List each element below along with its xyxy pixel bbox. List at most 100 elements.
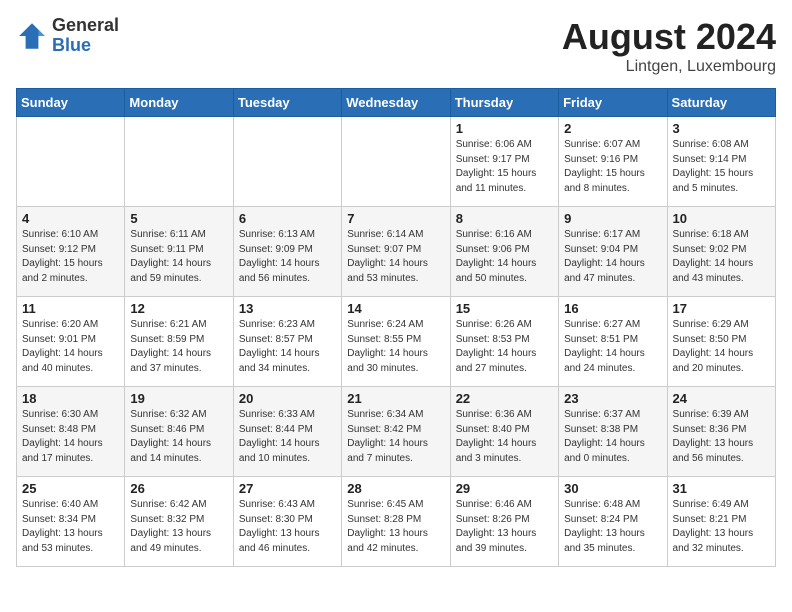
calendar-cell: 27Sunrise: 6:43 AM Sunset: 8:30 PM Dayli… [233,477,341,567]
header-row: Sunday Monday Tuesday Wednesday Thursday… [17,89,776,117]
day-number: 1 [456,121,553,136]
day-number: 6 [239,211,336,226]
month-title: August 2024 [562,16,776,58]
day-info: Sunrise: 6:32 AM Sunset: 8:46 PM Dayligh… [130,408,227,466]
calendar-cell [17,117,125,207]
day-info: Sunrise: 6:49 AM Sunset: 8:21 PM Dayligh… [673,498,770,556]
day-info: Sunrise: 6:13 AM Sunset: 9:09 PM Dayligh… [239,228,336,286]
day-info: Sunrise: 6:29 AM Sunset: 8:50 PM Dayligh… [673,318,770,376]
day-info: Sunrise: 6:40 AM Sunset: 8:34 PM Dayligh… [22,498,119,556]
day-number: 12 [130,301,227,316]
day-number: 7 [347,211,444,226]
day-number: 19 [130,391,227,406]
calendar-cell: 2 Sunrise: 6:07 AM Sunset: 9:16 PM Daylig… [559,117,667,207]
day-info: Sunrise: 6:14 AM Sunset: 9:07 PM Dayligh… [347,228,444,286]
calendar-cell: 4Sunrise: 6:10 AM Sunset: 9:12 PM Daylig… [17,207,125,297]
day-info: Sunrise: 6:23 AM Sunset: 8:57 PM Dayligh… [239,318,336,376]
calendar-cell: 1 Sunrise: 6:06 AM Sunset: 9:17 PM Daylig… [450,117,558,207]
day-info: Sunrise: 6:42 AM Sunset: 8:32 PM Dayligh… [130,498,227,556]
calendar-cell: 23 Sunrise: 6:37 AM Sunset: 8:38 PM Dayli… [559,387,667,477]
header-tuesday: Tuesday [233,89,341,117]
header-wednesday: Wednesday [342,89,450,117]
calendar-cell: 8 Sunrise: 6:16 AM Sunset: 9:06 PM Daylig… [450,207,558,297]
day-info: Sunrise: 6:17 AM Sunset: 9:04 PM Dayligh… [564,228,661,286]
calendar-cell: 25Sunrise: 6:40 AM Sunset: 8:34 PM Dayli… [17,477,125,567]
header-monday: Monday [125,89,233,117]
day-number: 23 [564,391,661,406]
calendar-header: Sunday Monday Tuesday Wednesday Thursday… [17,89,776,117]
calendar-cell: 30 Sunrise: 6:48 AM Sunset: 8:24 PM Dayli… [559,477,667,567]
day-info: Sunrise: 6:16 AM Sunset: 9:06 PM Dayligh… [456,228,553,286]
logo-text: General Blue [52,16,119,56]
calendar-cell [342,117,450,207]
day-info: Sunrise: 6:06 AM Sunset: 9:17 PM Dayligh… [456,138,553,196]
title-area: August 2024 Lintgen, Luxembourg [562,16,776,76]
calendar-week-5: 25Sunrise: 6:40 AM Sunset: 8:34 PM Dayli… [17,477,776,567]
day-number: 29 [456,481,553,496]
day-number: 11 [22,301,119,316]
calendar-cell: 22Sunrise: 6:36 AM Sunset: 8:40 PM Dayli… [450,387,558,477]
calendar-cell [233,117,341,207]
day-info: Sunrise: 6:33 AM Sunset: 8:44 PM Dayligh… [239,408,336,466]
calendar-cell: 21 Sunrise: 6:34 AM Sunset: 8:42 PM Dayli… [342,387,450,477]
header-sunday: Sunday [17,89,125,117]
calendar-table: Sunday Monday Tuesday Wednesday Thursday… [16,88,776,567]
day-number: 31 [673,481,770,496]
day-info: Sunrise: 6:34 AM Sunset: 8:42 PM Dayligh… [347,408,444,466]
day-number: 4 [22,211,119,226]
day-info: Sunrise: 6:07 AM Sunset: 9:16 PM Dayligh… [564,138,661,196]
day-number: 30 [564,481,661,496]
location: Lintgen, Luxembourg [562,58,776,76]
day-info: Sunrise: 6:37 AM Sunset: 8:38 PM Dayligh… [564,408,661,466]
day-info: Sunrise: 6:27 AM Sunset: 8:51 PM Dayligh… [564,318,661,376]
day-info: Sunrise: 6:43 AM Sunset: 8:30 PM Dayligh… [239,498,336,556]
day-info: Sunrise: 6:26 AM Sunset: 8:53 PM Dayligh… [456,318,553,376]
calendar-cell: 16 Sunrise: 6:27 AM Sunset: 8:51 PM Dayli… [559,297,667,387]
calendar-week-2: 4Sunrise: 6:10 AM Sunset: 9:12 PM Daylig… [17,207,776,297]
day-info: Sunrise: 6:20 AM Sunset: 9:01 PM Dayligh… [22,318,119,376]
calendar-cell: 28 Sunrise: 6:45 AM Sunset: 8:28 PM Dayli… [342,477,450,567]
calendar-cell: 17Sunrise: 6:29 AM Sunset: 8:50 PM Dayli… [667,297,775,387]
day-number: 20 [239,391,336,406]
day-number: 21 [347,391,444,406]
day-info: Sunrise: 6:24 AM Sunset: 8:55 PM Dayligh… [347,318,444,376]
day-number: 22 [456,391,553,406]
day-info: Sunrise: 6:48 AM Sunset: 8:24 PM Dayligh… [564,498,661,556]
day-number: 24 [673,391,770,406]
day-number: 2 [564,121,661,136]
day-number: 5 [130,211,227,226]
day-info: Sunrise: 6:18 AM Sunset: 9:02 PM Dayligh… [673,228,770,286]
day-number: 15 [456,301,553,316]
calendar-cell: 10Sunrise: 6:18 AM Sunset: 9:02 PM Dayli… [667,207,775,297]
day-info: Sunrise: 6:30 AM Sunset: 8:48 PM Dayligh… [22,408,119,466]
calendar-cell: 12 Sunrise: 6:21 AM Sunset: 8:59 PM Dayli… [125,297,233,387]
calendar-cell: 26Sunrise: 6:42 AM Sunset: 8:32 PM Dayli… [125,477,233,567]
logo-general: General [52,16,119,36]
day-number: 16 [564,301,661,316]
calendar-cell: 15 Sunrise: 6:26 AM Sunset: 8:53 PM Dayli… [450,297,558,387]
calendar-cell: 14 Sunrise: 6:24 AM Sunset: 8:55 PM Dayli… [342,297,450,387]
calendar-cell: 7 Sunrise: 6:14 AM Sunset: 9:07 PM Daylig… [342,207,450,297]
day-number: 28 [347,481,444,496]
calendar-cell: 18 Sunrise: 6:30 AM Sunset: 8:48 PM Dayli… [17,387,125,477]
calendar-cell: 11 Sunrise: 6:20 AM Sunset: 9:01 PM Dayli… [17,297,125,387]
header-saturday: Saturday [667,89,775,117]
calendar-week-4: 18 Sunrise: 6:30 AM Sunset: 8:48 PM Dayli… [17,387,776,477]
day-number: 14 [347,301,444,316]
day-info: Sunrise: 6:11 AM Sunset: 9:11 PM Dayligh… [130,228,227,286]
calendar-week-3: 11 Sunrise: 6:20 AM Sunset: 9:01 PM Dayli… [17,297,776,387]
day-info: Sunrise: 6:21 AM Sunset: 8:59 PM Dayligh… [130,318,227,376]
calendar-cell: 3Sunrise: 6:08 AM Sunset: 9:14 PM Daylig… [667,117,775,207]
day-number: 18 [22,391,119,406]
day-info: Sunrise: 6:45 AM Sunset: 8:28 PM Dayligh… [347,498,444,556]
day-number: 13 [239,301,336,316]
day-number: 8 [456,211,553,226]
page-header: General Blue August 2024 Lintgen, Luxemb… [16,16,776,76]
calendar-cell: 19 Sunrise: 6:32 AM Sunset: 8:46 PM Dayli… [125,387,233,477]
calendar-cell: 24Sunrise: 6:39 AM Sunset: 8:36 PM Dayli… [667,387,775,477]
calendar-cell: 29Sunrise: 6:46 AM Sunset: 8:26 PM Dayli… [450,477,558,567]
calendar-cell: 31 Sunrise: 6:49 AM Sunset: 8:21 PM Dayli… [667,477,775,567]
logo: General Blue [16,16,119,56]
calendar-cell: 13 Sunrise: 6:23 AM Sunset: 8:57 PM Dayli… [233,297,341,387]
header-thursday: Thursday [450,89,558,117]
